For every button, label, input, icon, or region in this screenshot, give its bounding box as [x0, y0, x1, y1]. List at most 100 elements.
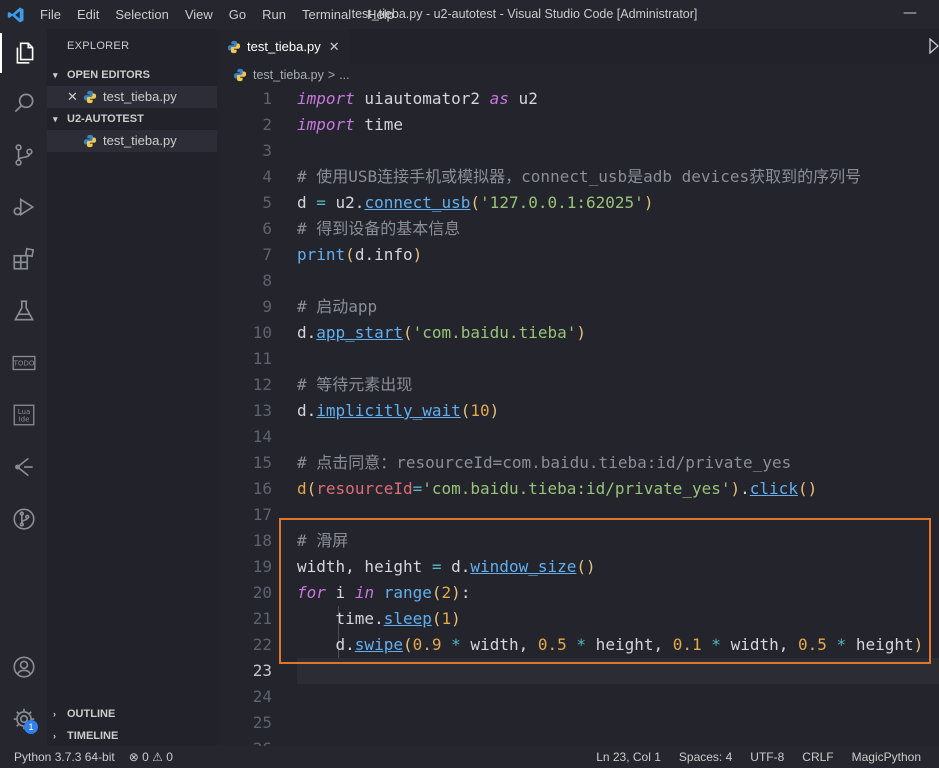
explorer-icon[interactable]	[0, 33, 47, 73]
problems-indicator[interactable]: ⊗ 0 ⚠ 0	[129, 746, 173, 768]
menu-view[interactable]: View	[177, 0, 221, 29]
code-line[interactable]: 1 import uiautomator2 as u2	[217, 86, 939, 112]
gitlens-icon[interactable]	[0, 447, 47, 487]
close-icon[interactable]: ✕	[67, 86, 83, 108]
line-number: 2	[262, 115, 272, 134]
code-line[interactable]: 14	[217, 424, 939, 450]
code-line[interactable]: 15 # 点击同意：resourceId=com.baidu.tieba:id/p…	[217, 450, 939, 476]
code-line[interactable]: 6 # 得到设备的基本信息	[217, 216, 939, 242]
chevron-right-icon: ›	[53, 731, 56, 741]
git-graph-icon[interactable]	[0, 499, 47, 539]
language-mode[interactable]: MagicPython	[852, 746, 921, 768]
line-number: 7	[262, 245, 272, 264]
chevron-down-icon: ▾	[53, 70, 58, 80]
code-text: d = u2.connect_usb('127.0.0.1:62025')	[297, 193, 654, 212]
menu-terminal[interactable]: Terminal	[294, 0, 359, 29]
line-ending[interactable]: CRLF	[802, 746, 833, 768]
extensions-icon[interactable]	[0, 239, 47, 279]
code-line[interactable]: 11	[217, 346, 939, 372]
code-text: # 使用USB连接手机或模拟器，connect_usb是adb devices获…	[297, 167, 862, 186]
code-line[interactable]: 5 d = u2.connect_usb('127.0.0.1:62025')	[217, 190, 939, 216]
tab-bar: test_tieba.py ✕	[217, 29, 939, 64]
outline-section[interactable]: › OUTLINE	[47, 703, 217, 725]
line-number: 9	[262, 297, 272, 316]
timeline-section[interactable]: › TIMELINE	[47, 725, 217, 747]
code-line[interactable]: 19 width, height = d.window_size()	[217, 554, 939, 580]
code-line[interactable]: 17	[217, 502, 939, 528]
code-line[interactable]: 10 d.app_start('com.baidu.tieba')	[217, 320, 939, 346]
run-debug-icon[interactable]	[0, 187, 47, 227]
line-number: 5	[262, 193, 272, 212]
file-tree-item[interactable]: test_tieba.py	[47, 130, 217, 152]
breadcrumb-more[interactable]: ...	[339, 68, 349, 82]
line-number: 17	[252, 505, 272, 524]
code-line[interactable]: 23	[217, 658, 939, 684]
menu-run[interactable]: Run	[254, 0, 294, 29]
line-number: 3	[262, 141, 272, 160]
code-text: d(resourceId='com.baidu.tieba:id/private…	[297, 479, 818, 498]
account-icon[interactable]	[0, 647, 47, 687]
line-number: 24	[252, 687, 272, 706]
file-tree-filename: test_tieba.py	[103, 133, 177, 148]
code-text: time.sleep(1)	[297, 609, 461, 628]
code-editor[interactable]: 1 import uiautomator2 as u2 2 import time 3 4…	[217, 86, 939, 746]
line-number: 8	[262, 271, 272, 290]
menu-edit[interactable]: Edit	[69, 0, 107, 29]
line-number: 12	[252, 375, 272, 394]
cursor-position[interactable]: Ln 23, Col 1	[596, 746, 661, 768]
indentation[interactable]: Spaces: 4	[679, 746, 732, 768]
timeline-label: TIMELINE	[67, 730, 119, 742]
menu-help[interactable]: Help	[359, 0, 402, 29]
open-editors-section[interactable]: ▾ OPEN EDITORS	[47, 64, 217, 86]
code-line[interactable]: 8	[217, 268, 939, 294]
lua-ide-icon[interactable]: Lua Ide	[0, 395, 47, 435]
breadcrumb-file[interactable]: test_tieba.py	[253, 68, 324, 82]
code-line[interactable]: 12 # 等待元素出现	[217, 372, 939, 398]
code-text: # 得到设备的基本信息	[297, 219, 461, 238]
settings-gear-icon[interactable]	[0, 699, 47, 739]
open-editor-item[interactable]: ✕ test_tieba.py	[47, 86, 217, 108]
code-line[interactable]: 4 # 使用USB连接手机或模拟器，connect_usb是adb devices…	[217, 164, 939, 190]
folder-section[interactable]: ▾ U2-AUTOTEST	[47, 108, 217, 130]
line-number: 6	[262, 219, 272, 238]
code-line[interactable]: 22 d.swipe(0.9 * width, 0.5 * height, 0.…	[217, 632, 939, 658]
line-number: 23	[252, 661, 272, 680]
encoding[interactable]: UTF-8	[750, 746, 784, 768]
line-number: 16	[252, 479, 272, 498]
tab-close-icon[interactable]: ✕	[329, 39, 340, 55]
code-text: import time	[297, 115, 403, 134]
python-file-icon	[83, 90, 97, 104]
status-bar: Python 3.7.3 64-bit ⊗ 0 ⚠ 0 Ln 23, Col 1…	[0, 746, 939, 768]
code-line[interactable]: 13 d.implicitly_wait(10)	[217, 398, 939, 424]
code-line[interactable]: 9 # 启动app	[217, 294, 939, 320]
code-line[interactable]: 3	[217, 138, 939, 164]
code-line[interactable]: 25	[217, 710, 939, 736]
explorer-sidebar: EXPLORER ▾ OPEN EDITORS ✕ test_tieba.py …	[47, 29, 217, 746]
tab-test-tieba[interactable]: test_tieba.py ✕	[217, 29, 350, 64]
code-line[interactable]: 21 time.sleep(1)	[217, 606, 939, 632]
outline-label: OUTLINE	[67, 708, 116, 720]
line-number: 15	[252, 453, 272, 472]
search-icon[interactable]	[0, 83, 47, 123]
code-text: # 等待元素出现	[297, 375, 413, 394]
minimize-button[interactable]: —	[903, 5, 917, 21]
menu-selection[interactable]: Selection	[107, 0, 176, 29]
todo-icon[interactable]: TODO	[0, 343, 47, 383]
code-line[interactable]: 24	[217, 684, 939, 710]
python-file-icon	[227, 40, 241, 53]
code-line[interactable]: 7 print(d.info)	[217, 242, 939, 268]
warning-count: ⚠ 0	[152, 750, 173, 764]
testing-icon[interactable]	[0, 291, 47, 331]
run-file-icon[interactable]	[929, 38, 939, 54]
code-line[interactable]: 20 for i in range(2):	[217, 580, 939, 606]
source-control-icon[interactable]	[0, 135, 47, 175]
code-line[interactable]: 26	[217, 736, 939, 746]
todo-label: TODO	[12, 359, 34, 368]
settings-update-badge: 1	[24, 720, 38, 734]
menu-go[interactable]: Go	[221, 0, 254, 29]
code-line[interactable]: 16 d(resourceId='com.baidu.tieba:id/priva…	[217, 476, 939, 502]
menu-file[interactable]: File	[32, 0, 69, 29]
code-line[interactable]: 2 import time	[217, 112, 939, 138]
python-interpreter[interactable]: Python 3.7.3 64-bit	[14, 746, 115, 768]
code-line[interactable]: 18 # 滑屏	[217, 528, 939, 554]
